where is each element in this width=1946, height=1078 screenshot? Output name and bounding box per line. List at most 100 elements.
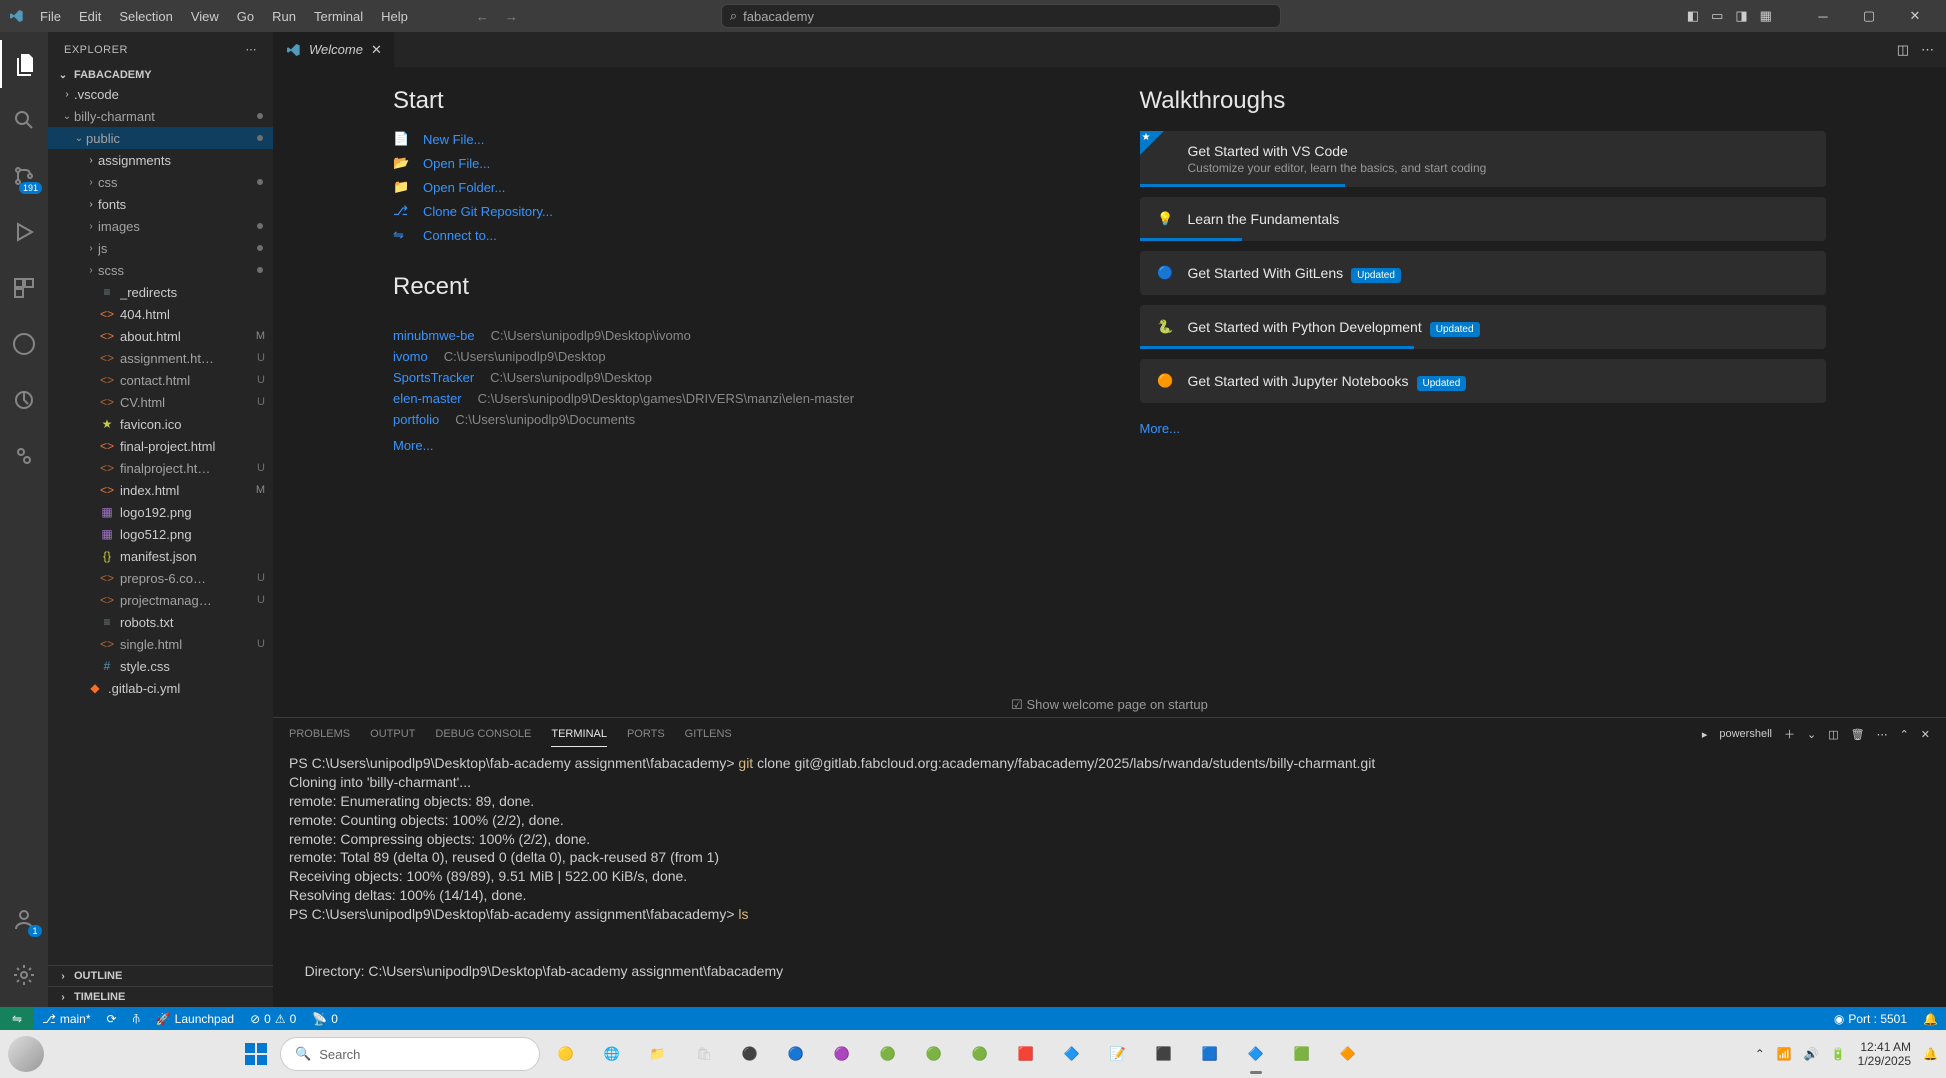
- taskbar-volume-icon[interactable]: 🔊: [1804, 1047, 1819, 1061]
- tree-file[interactable]: <>index.htmlM: [48, 479, 273, 501]
- maximize-button[interactable]: ▢: [1846, 0, 1892, 32]
- tree-folder[interactable]: ›assignments: [48, 149, 273, 171]
- tree-file[interactable]: ▦logo192.png: [48, 501, 273, 523]
- activity-search[interactable]: [0, 96, 48, 144]
- status-branch[interactable]: ⎇ main*: [34, 1012, 99, 1026]
- layout-sidebar-right-icon[interactable]: ◨: [1735, 8, 1747, 24]
- recent-item[interactable]: elen-masterC:\Users\unipodlp9\Desktop\ga…: [393, 388, 1080, 409]
- status-sync[interactable]: ⟳: [99, 1012, 125, 1026]
- tree-folder[interactable]: ⌄public: [48, 127, 273, 149]
- layout-panel-icon[interactable]: ▭: [1711, 8, 1723, 24]
- activity-explorer[interactable]: [0, 40, 48, 88]
- menu-selection[interactable]: Selection: [111, 5, 180, 28]
- layout-sidebar-left-icon[interactable]: ◧: [1687, 8, 1699, 24]
- sidebar-more-icon[interactable]: ⋯: [246, 43, 258, 56]
- terminal-shell-label[interactable]: powershell: [1719, 728, 1772, 740]
- activity-extensions[interactable]: [0, 264, 48, 312]
- activity-run-debug[interactable]: [0, 208, 48, 256]
- taskbar-search[interactable]: 🔍 Search: [280, 1037, 540, 1071]
- kill-terminal-icon[interactable]: 🗑: [1851, 728, 1865, 741]
- panel-tab-ports[interactable]: PORTS: [627, 722, 665, 746]
- recent-item[interactable]: SportsTrackerC:\Users\unipodlp9\Desktop: [393, 367, 1080, 388]
- minimize-button[interactable]: ─: [1800, 0, 1846, 32]
- activity-gitlens[interactable]: [0, 376, 48, 424]
- taskbar-chrome[interactable]: 🔵: [776, 1034, 816, 1074]
- tree-file[interactable]: #style.css: [48, 655, 273, 677]
- new-terminal-icon[interactable]: ＋: [1784, 726, 1795, 742]
- tree-folder[interactable]: ›css: [48, 171, 273, 193]
- panel-tab-terminal[interactable]: TERMINAL: [551, 722, 607, 747]
- tree-file[interactable]: <>404.html: [48, 303, 273, 325]
- walkthrough-card[interactable]: ★Get Started with VS CodeCustomize your …: [1140, 131, 1827, 187]
- menu-help[interactable]: Help: [373, 5, 416, 28]
- tree-file[interactable]: <>CV.htmlU: [48, 391, 273, 413]
- menu-terminal[interactable]: Terminal: [306, 5, 371, 28]
- tree-file[interactable]: ≡_redirects: [48, 281, 273, 303]
- split-editor-icon[interactable]: ◫: [1897, 42, 1909, 58]
- start-button[interactable]: [238, 1036, 274, 1072]
- tree-folder[interactable]: ⌄billy-charmant: [48, 105, 273, 127]
- menu-go[interactable]: Go: [229, 5, 262, 28]
- taskbar-word[interactable]: 🔷: [1052, 1034, 1092, 1074]
- status-graph[interactable]: ⫚: [125, 1011, 148, 1026]
- tree-folder[interactable]: ›fonts: [48, 193, 273, 215]
- walkthrough-card[interactable]: 🐍Get Started with Python DevelopmentUpda…: [1140, 305, 1827, 349]
- more-actions-icon[interactable]: ⋯: [1921, 42, 1934, 58]
- recent-item[interactable]: minubmwe-beC:\Users\unipodlp9\Desktop\iv…: [393, 325, 1080, 346]
- nav-forward-icon[interactable]: →: [505, 9, 518, 24]
- taskbar-store[interactable]: 🛍: [684, 1034, 724, 1074]
- tab-welcome[interactable]: Welcome ✕: [273, 32, 395, 67]
- taskbar-app1[interactable]: 🟣: [822, 1034, 862, 1074]
- panel-tab-problems[interactable]: PROBLEMS: [289, 722, 350, 746]
- taskbar-vscode[interactable]: 🔷: [1236, 1034, 1276, 1074]
- tree-file[interactable]: <>contact.htmlU: [48, 369, 273, 391]
- terminal-shell-icon[interactable]: ▸: [1702, 728, 1708, 741]
- taskbar-notepad[interactable]: 📝: [1098, 1034, 1138, 1074]
- menu-file[interactable]: File: [32, 5, 69, 28]
- panel-tab-debug-console[interactable]: DEBUG CONSOLE: [435, 722, 531, 746]
- tree-file[interactable]: <>about.htmlM: [48, 325, 273, 347]
- taskbar-app2[interactable]: 🟦: [1190, 1034, 1230, 1074]
- taskbar-terminal[interactable]: ⬛: [1144, 1034, 1184, 1074]
- sidebar-section-outline[interactable]: › OUTLINE: [48, 965, 273, 986]
- walkthrough-card[interactable]: 🔵Get Started With GitLensUpdated: [1140, 251, 1827, 295]
- start-open-file[interactable]: 📂Open File...: [393, 155, 1080, 171]
- menu-edit[interactable]: Edit: [71, 5, 109, 28]
- activity-accounts[interactable]: 1: [0, 895, 48, 943]
- tree-file[interactable]: ≡robots.txt: [48, 611, 273, 633]
- walkthroughs-more-link[interactable]: More...: [1140, 421, 1180, 436]
- tree-folder[interactable]: ›images: [48, 215, 273, 237]
- tree-file[interactable]: ◆.gitlab-ci.yml: [48, 677, 273, 699]
- status-launchpad[interactable]: 🚀 Launchpad: [148, 1012, 242, 1026]
- taskbar-excel[interactable]: 🟩: [1282, 1034, 1322, 1074]
- activity-source-control[interactable]: 191: [0, 152, 48, 200]
- menu-view[interactable]: View: [183, 5, 227, 28]
- recent-item[interactable]: portfolioC:\Users\unipodlp9\Documents: [393, 409, 1080, 430]
- tree-folder[interactable]: ›js: [48, 237, 273, 259]
- tree-file[interactable]: <>assignment.ht…U: [48, 347, 273, 369]
- taskbar-copilot[interactable]: 🟡: [546, 1034, 586, 1074]
- taskbar-solidworks[interactable]: 🟥: [1006, 1034, 1046, 1074]
- start-connect[interactable]: ⇋Connect to...: [393, 227, 1080, 243]
- sidebar-section-timeline[interactable]: › TIMELINE: [48, 986, 273, 1007]
- tree-file[interactable]: ★favicon.ico: [48, 413, 273, 435]
- close-button[interactable]: ✕: [1892, 0, 1938, 32]
- walkthrough-card[interactable]: 💡Learn the Fundamentals: [1140, 197, 1827, 241]
- tree-file[interactable]: <>projectmanag…U: [48, 589, 273, 611]
- taskbar-quickbooks2[interactable]: 🟢: [914, 1034, 954, 1074]
- tree-file[interactable]: <>finalproject.ht…U: [48, 457, 273, 479]
- close-icon[interactable]: ✕: [371, 42, 382, 58]
- taskbar-quickbooks1[interactable]: 🟢: [868, 1034, 908, 1074]
- status-radio[interactable]: 📡0: [304, 1012, 346, 1026]
- activity-docker[interactable]: [0, 432, 48, 480]
- taskbar-quickbooks3[interactable]: 🟢: [960, 1034, 1000, 1074]
- terminal-output[interactable]: PS C:\Users\unipodlp9\Desktop\fab-academ…: [273, 750, 1946, 1007]
- tree-file[interactable]: <>single.htmlU: [48, 633, 273, 655]
- taskbar-chevron-icon[interactable]: ⌃: [1755, 1047, 1765, 1061]
- nav-back-icon[interactable]: ←: [476, 9, 489, 24]
- panel-tab-output[interactable]: OUTPUT: [370, 722, 415, 746]
- start-open-folder[interactable]: 📁Open Folder...: [393, 179, 1080, 195]
- panel-maximize-icon[interactable]: ⌃: [1900, 728, 1909, 741]
- taskbar-app3[interactable]: 🔶: [1328, 1034, 1368, 1074]
- command-center[interactable]: ⌕ fabacademy: [721, 4, 1281, 28]
